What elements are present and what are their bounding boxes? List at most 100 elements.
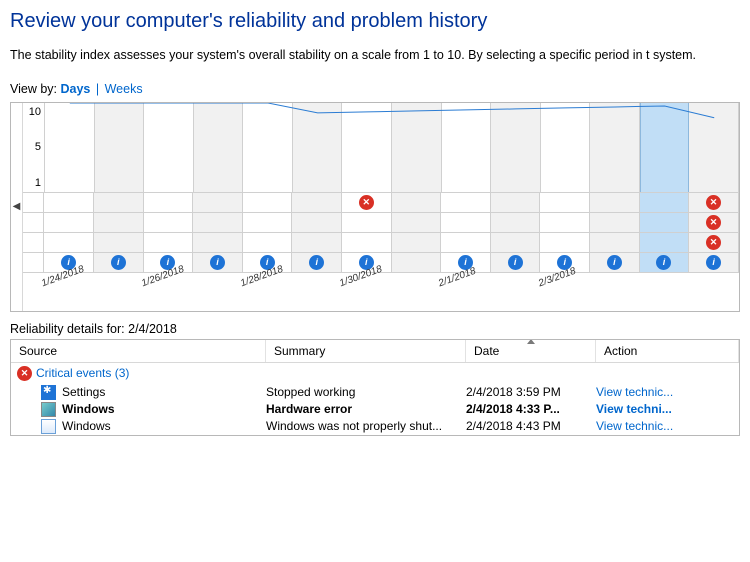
date-axis: 1/24/20181/26/20181/28/20181/30/20182/1/…: [23, 273, 739, 311]
action-link[interactable]: View technic...: [596, 419, 739, 433]
event-cell[interactable]: [491, 233, 541, 253]
event-cell[interactable]: ✕: [689, 213, 739, 233]
date-cell: 1/24/2018: [44, 273, 94, 311]
description-text: The stability index assesses your system…: [10, 47, 740, 64]
chart-prev-button[interactable]: ◀: [11, 103, 23, 311]
stability-plot[interactable]: [45, 103, 739, 192]
col-date[interactable]: Date: [466, 340, 596, 362]
group-label: Critical events (3): [36, 366, 129, 380]
event-cell[interactable]: [144, 193, 194, 213]
event-cell[interactable]: [392, 213, 442, 233]
event-cell[interactable]: [292, 193, 342, 213]
action-link[interactable]: View technic...: [596, 385, 739, 399]
info-icon: i: [309, 255, 324, 270]
event-cell[interactable]: ✕: [689, 193, 739, 213]
date-cell: 1/30/2018: [342, 273, 392, 311]
event-cell[interactable]: [491, 213, 541, 233]
event-row: ✕: [23, 213, 739, 233]
info-icon: i: [706, 255, 721, 270]
date-cell: [689, 273, 739, 311]
event-grid: ✕✕✕✕iiiiiiiiiiiii: [23, 193, 739, 273]
event-cell[interactable]: [540, 233, 590, 253]
date-cell: 2/3/2018: [541, 273, 591, 311]
details-label-prefix: Reliability details for:: [10, 322, 125, 336]
event-cell[interactable]: i: [94, 253, 144, 273]
event-cell[interactable]: [144, 213, 194, 233]
windows-icon: [41, 419, 56, 434]
page-title: Review your computer's reliability and p…: [10, 10, 740, 33]
error-icon: ✕: [17, 366, 32, 381]
event-cell[interactable]: [590, 233, 640, 253]
event-cell[interactable]: [441, 233, 491, 253]
event-cell[interactable]: i: [689, 253, 739, 273]
info-icon: i: [656, 255, 671, 270]
date-cell: [392, 273, 442, 311]
event-cell[interactable]: [441, 193, 491, 213]
event-cell[interactable]: [540, 193, 590, 213]
table-row[interactable]: WindowsWindows was not properly shut...2…: [11, 418, 739, 435]
event-cell[interactable]: [193, 193, 243, 213]
col-action[interactable]: Action: [596, 340, 739, 362]
event-cell[interactable]: [441, 213, 491, 233]
sort-caret-icon: [527, 340, 535, 344]
event-cell[interactable]: [243, 213, 293, 233]
event-cell[interactable]: i: [590, 253, 640, 273]
event-cell[interactable]: [243, 193, 293, 213]
view-weeks-link[interactable]: Weeks: [105, 82, 143, 96]
col-summary[interactable]: Summary: [266, 340, 466, 362]
event-cell[interactable]: [640, 233, 690, 253]
event-cell[interactable]: [590, 213, 640, 233]
table-row[interactable]: WindowsHardware error2/4/2018 4:33 P...V…: [11, 401, 739, 418]
gear-icon: [41, 385, 56, 400]
col-source[interactable]: Source: [11, 340, 266, 362]
event-cell[interactable]: [44, 233, 94, 253]
event-cell[interactable]: [292, 233, 342, 253]
source-text: Windows: [62, 402, 115, 416]
table-row[interactable]: Settings Stopped working2/4/2018 3:59 PMV…: [11, 384, 739, 401]
view-days-link[interactable]: Days: [61, 82, 91, 96]
event-cell[interactable]: [44, 213, 94, 233]
event-cell[interactable]: [540, 213, 590, 233]
col-date-label: Date: [474, 344, 499, 358]
event-cell[interactable]: [144, 233, 194, 253]
event-cell[interactable]: [94, 213, 144, 233]
date-cell: [491, 273, 541, 311]
details-label: Reliability details for: 2/4/2018: [10, 322, 740, 336]
group-critical-events[interactable]: ✕ Critical events (3): [11, 363, 739, 384]
event-cell[interactable]: [94, 193, 144, 213]
event-cell[interactable]: ✕: [689, 233, 739, 253]
event-cell[interactable]: [193, 213, 243, 233]
event-cell[interactable]: ✕: [342, 193, 392, 213]
event-cell[interactable]: [44, 193, 94, 213]
event-cell[interactable]: [640, 193, 690, 213]
event-cell[interactable]: [94, 233, 144, 253]
event-cell[interactable]: i: [640, 253, 690, 273]
event-cell[interactable]: [392, 253, 442, 273]
event-cell[interactable]: [292, 213, 342, 233]
action-link[interactable]: View techni...: [596, 402, 739, 416]
event-cell[interactable]: [392, 193, 442, 213]
event-cell[interactable]: [640, 213, 690, 233]
date-cell: [292, 273, 342, 311]
info-icon: i: [508, 255, 523, 270]
summary-text: Windows was not properly shut...: [266, 419, 466, 433]
event-cell[interactable]: [342, 213, 392, 233]
event-cell[interactable]: [491, 193, 541, 213]
windows-icon: [41, 402, 56, 417]
event-cell[interactable]: [392, 233, 442, 253]
info-icon: i: [607, 255, 622, 270]
error-icon: ✕: [706, 235, 721, 250]
event-cell[interactable]: [590, 193, 640, 213]
event-cell[interactable]: [243, 233, 293, 253]
error-icon: ✕: [359, 195, 374, 210]
event-cell[interactable]: i: [292, 253, 342, 273]
source-text: Settings: [62, 385, 105, 399]
event-cell[interactable]: i: [193, 253, 243, 273]
source-text: Windows: [62, 419, 111, 433]
event-cell[interactable]: i: [491, 253, 541, 273]
date-text: 2/4/2018 3:59 PM: [466, 385, 596, 399]
event-cell[interactable]: [193, 233, 243, 253]
summary-text: Hardware error: [266, 402, 466, 416]
event-cell[interactable]: [342, 233, 392, 253]
summary-text: Stopped working: [266, 385, 466, 399]
